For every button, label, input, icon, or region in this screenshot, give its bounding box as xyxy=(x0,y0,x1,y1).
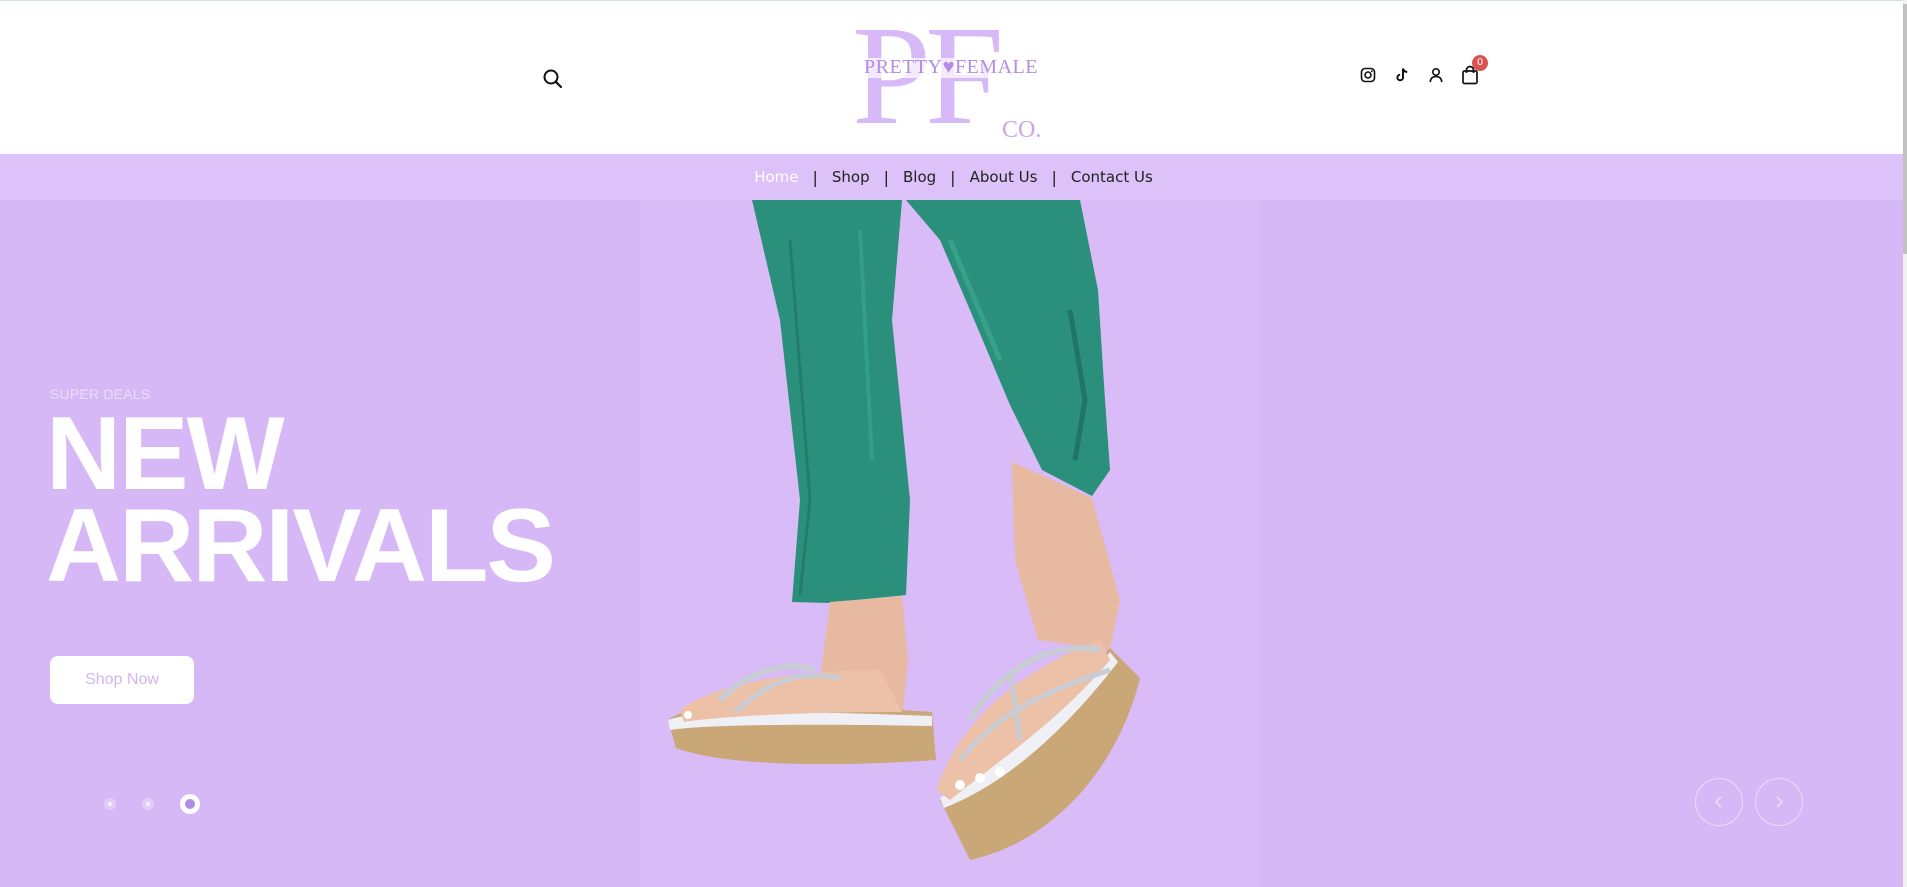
search-icon xyxy=(543,69,563,89)
logo-wordmark: PRETTY♥FEMALE xyxy=(864,56,1038,78)
slider-next-button[interactable] xyxy=(1755,778,1803,826)
nav-separator: | xyxy=(1051,167,1057,187)
nav-item-blog[interactable]: Blog xyxy=(895,168,944,186)
instagram-icon xyxy=(1360,67,1376,83)
tiktok-icon xyxy=(1396,68,1408,82)
page: PF PRETTY♥FEMALE CO. xyxy=(0,0,1907,887)
main-nav: Home | Shop | Blog | About Us | Contact … xyxy=(0,154,1907,200)
search-button[interactable] xyxy=(541,67,565,91)
site-logo[interactable]: PF PRETTY♥FEMALE CO. xyxy=(852,4,1050,146)
nav-item-home[interactable]: Home xyxy=(746,168,806,186)
logo-co: CO. xyxy=(1002,117,1042,143)
nav-separator: | xyxy=(883,167,889,187)
slider-dot-2[interactable] xyxy=(142,798,154,810)
instagram-link[interactable] xyxy=(1356,63,1380,87)
nav-item-shop[interactable]: Shop xyxy=(824,168,878,186)
nav-item-contact-us[interactable]: Contact Us xyxy=(1063,168,1161,186)
nav-separator: | xyxy=(812,167,818,187)
slider-dot-3[interactable] xyxy=(180,794,200,814)
chevron-right-icon xyxy=(1776,796,1784,808)
hero-product-image xyxy=(640,200,1260,887)
site-header: PF PRETTY♥FEMALE CO. xyxy=(0,0,1907,154)
tiktok-link[interactable] xyxy=(1390,63,1414,87)
page-scrollbar[interactable] xyxy=(1903,0,1907,887)
account-link[interactable] xyxy=(1424,63,1448,87)
user-icon xyxy=(1429,67,1443,83)
header-icons: 0 xyxy=(1356,55,1492,87)
hero-headline-line-2: ARRIVALS xyxy=(46,488,556,604)
cart-count-badge: 0 xyxy=(1472,55,1488,71)
nav-separator: | xyxy=(950,167,956,187)
hero-headline: NEW ARRIVALS xyxy=(46,396,606,604)
slider-pagination xyxy=(104,794,226,814)
slider-prev-button[interactable] xyxy=(1695,778,1743,826)
slider-dot-1[interactable] xyxy=(104,798,116,810)
chevron-left-icon xyxy=(1714,796,1722,808)
hero-slider: SUPER DEALS NEW ARRIVALS Shop Now xyxy=(0,200,1907,887)
cart-button[interactable]: 0 xyxy=(1458,55,1488,87)
scrollbar-thumb[interactable] xyxy=(1903,4,1907,254)
nav-item-about-us[interactable]: About Us xyxy=(962,168,1046,186)
shop-now-button[interactable]: Shop Now xyxy=(50,656,194,704)
hero-headline-line-1: NEW xyxy=(46,396,285,512)
